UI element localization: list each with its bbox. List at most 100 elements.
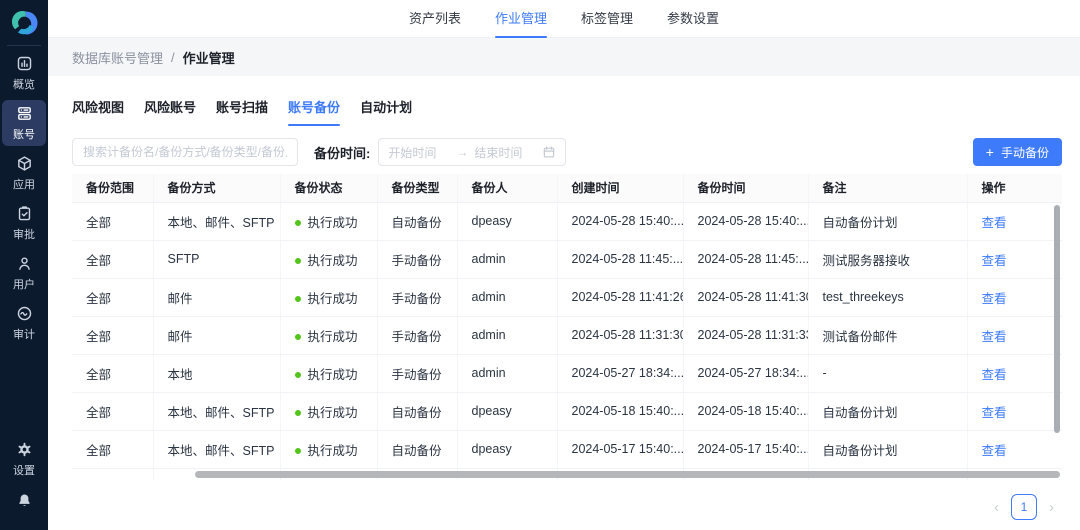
created-cell: 2024-05-27 18:34:... — [557, 354, 684, 393]
view-link[interactable]: 查看 — [982, 216, 1007, 230]
col-header-status: 备份状态 — [280, 174, 378, 203]
view-link[interactable]: 查看 — [982, 292, 1007, 306]
breadcrumb-current: 作业管理 — [182, 50, 235, 66]
operator-cell: dpeasy — [457, 430, 558, 469]
sidebar-item-approval[interactable]: 审批 — [2, 200, 46, 246]
breadcrumb: 数据库账号管理 / 作业管理 — [48, 38, 1080, 76]
table-header: 备份范围 备份方式 备份状态 备份类型 备份人 创建时间 备份时间 备注 操作 — [72, 174, 1062, 203]
sidebar-item-apps[interactable]: 应用 — [2, 150, 46, 196]
col-header-created: 创建时间 — [557, 174, 684, 203]
backup-table: 备份范围 备份方式 备份状态 备份类型 备份人 创建时间 备份时间 备注 操作 … — [72, 174, 1062, 480]
tab-risk-view[interactable]: 风险视图 — [72, 86, 124, 126]
created-cell: 2024-05-28 11:41:26 — [557, 278, 684, 317]
sidebar-item-audit[interactable]: 审计 — [2, 300, 46, 346]
notifications-button[interactable] — [16, 492, 33, 514]
method-cell: 本地、邮件、SFTP — [153, 430, 281, 469]
topnav-item-tags[interactable]: 标签管理 — [579, 0, 635, 38]
view-link[interactable]: 查看 — [982, 444, 1007, 458]
top-navigation: 资产列表 作业管理 标签管理 参数设置 — [48, 0, 1080, 38]
topnav-item-params[interactable]: 参数设置 — [665, 0, 721, 38]
tab-auto-plan[interactable]: 自动计划 — [360, 86, 412, 126]
view-link[interactable]: 查看 — [982, 368, 1007, 382]
plus-icon: + — [985, 144, 994, 160]
note-cell: 测试备份邮件 — [808, 316, 968, 355]
status-cell: 执行成功 — [280, 392, 378, 431]
tab-risk-accounts[interactable]: 风险账号 — [144, 86, 196, 126]
created-cell: 2024-05-28 11:31:30 — [557, 316, 684, 355]
col-header-operator: 备份人 — [457, 174, 558, 203]
type-cell: 手动备份 — [377, 278, 458, 317]
toolbar: 备份时间: 开始时间 → 结束时间 + 手动备份 — [72, 138, 1062, 166]
method-cell: 邮件 — [153, 316, 281, 355]
overview-icon — [16, 55, 33, 77]
col-header-scope: 备份范围 — [72, 174, 154, 203]
sidebar-item-settings[interactable]: 设置 — [2, 436, 46, 482]
operator-cell: dpeasy — [457, 202, 558, 241]
note-cell: test_threekeys — [808, 278, 968, 317]
operator-cell: dpeasy — [457, 392, 558, 431]
view-link[interactable]: 查看 — [982, 330, 1007, 344]
col-header-actions: 操作 — [967, 174, 1062, 203]
date-start-placeholder: 开始时间 — [388, 145, 437, 160]
action-cell: 查看 — [967, 278, 1062, 317]
horizontal-scrollbar[interactable] — [195, 471, 1060, 478]
scope-cell: 全部 — [72, 430, 154, 469]
table-row: 全部 本地、邮件、SFTP 执行成功 自动备份 dpeasy 2024-05-18 15:… — [72, 392, 1062, 431]
scope-cell: 全部 — [72, 392, 154, 431]
note-cell: 自动备份计划 — [808, 202, 968, 241]
scope-cell: 全部 — [72, 316, 154, 355]
sidebar-item-users[interactable]: 用户 — [2, 250, 46, 296]
main-area: 资产列表 作业管理 标签管理 参数设置 数据库账号管理 / 作业管理 风险视图 … — [48, 0, 1080, 530]
type-cell: 手动备份 — [377, 316, 458, 355]
table-row: 全部 邮件 执行成功 手动备份 admin 2024-05-28 11:41:26 2024… — [72, 278, 1062, 317]
scope-cell: 全部 — [72, 240, 154, 279]
created-cell: 2024-05-18 15:40:... — [557, 392, 684, 431]
sidebar-item-accounts[interactable]: 账号 — [2, 100, 46, 146]
sidebar-item-overview[interactable]: 概览 — [2, 50, 46, 96]
action-cell: 查看 — [967, 354, 1062, 393]
type-cell: 手动备份 — [377, 354, 458, 393]
type-cell: 自动备份 — [377, 202, 458, 241]
vertical-scrollbar[interactable] — [1054, 205, 1060, 433]
status-cell: 执行成功 — [280, 278, 378, 317]
sidebar-item-label: 审计 — [13, 329, 35, 341]
scope-cell: 全部 — [72, 202, 154, 241]
tab-account-backup[interactable]: 账号备份 — [288, 86, 341, 126]
status-cell: 执行成功 — [280, 354, 378, 393]
sidebar: 概览 账号 应用 审批 用户 审计 设置 — [0, 0, 48, 530]
note-cell: - — [808, 354, 968, 393]
topnav-item-jobs[interactable]: 作业管理 — [493, 0, 549, 38]
prev-page-icon[interactable]: ‹ — [994, 500, 999, 515]
accounts-icon — [16, 105, 33, 127]
view-link[interactable]: 查看 — [982, 406, 1007, 420]
table-row: 全部 本地 执行成功 手动备份 admin 2024-05-27 18:34:... 202… — [72, 354, 1062, 393]
topnav-item-assets[interactable]: 资产列表 — [407, 0, 463, 38]
breadcrumb-separator: / — [171, 49, 175, 65]
backup_time-cell: 2024-05-28 11:41:30 — [683, 278, 809, 317]
created-cell: 2024-05-17 15:40:... — [557, 430, 684, 469]
audit-icon — [16, 305, 33, 327]
created-cell: 2024-05-28 15:40:... — [557, 202, 684, 241]
table-body: 全部 本地、邮件、SFTP 执行成功 自动备份 dpeasy 2024-05-28 15:… — [72, 202, 1062, 480]
manual-backup-button[interactable]: + 手动备份 — [972, 138, 1062, 166]
scope-cell: 全部 — [72, 278, 154, 317]
next-page-icon[interactable]: › — [1049, 500, 1054, 515]
status-success-dot-icon — [294, 410, 301, 417]
tab-account-scan[interactable]: 账号扫描 — [216, 86, 268, 126]
breadcrumb-parent[interactable]: 数据库账号管理 — [72, 48, 163, 67]
date-range-picker[interactable]: 开始时间 → 结束时间 — [378, 138, 567, 166]
action-cell: 查看 — [967, 316, 1062, 355]
sidebar-item-label: 概览 — [13, 79, 35, 91]
status-success-dot-icon — [294, 258, 301, 265]
action-cell: 查看 — [967, 392, 1062, 431]
operator-cell: admin — [457, 240, 558, 279]
backup_time-cell: 2024-05-18 15:40:... — [683, 392, 809, 431]
status-success-dot-icon — [294, 296, 301, 303]
sidebar-item-label: 应用 — [13, 179, 35, 191]
col-header-backup-time: 备份时间 — [683, 174, 809, 203]
view-link[interactable]: 查看 — [982, 254, 1007, 268]
page-number-1[interactable]: 1 — [1011, 494, 1037, 520]
action-cell: 查看 — [967, 240, 1062, 279]
search-input[interactable] — [72, 138, 298, 166]
status-cell: 执行成功 — [280, 202, 378, 241]
